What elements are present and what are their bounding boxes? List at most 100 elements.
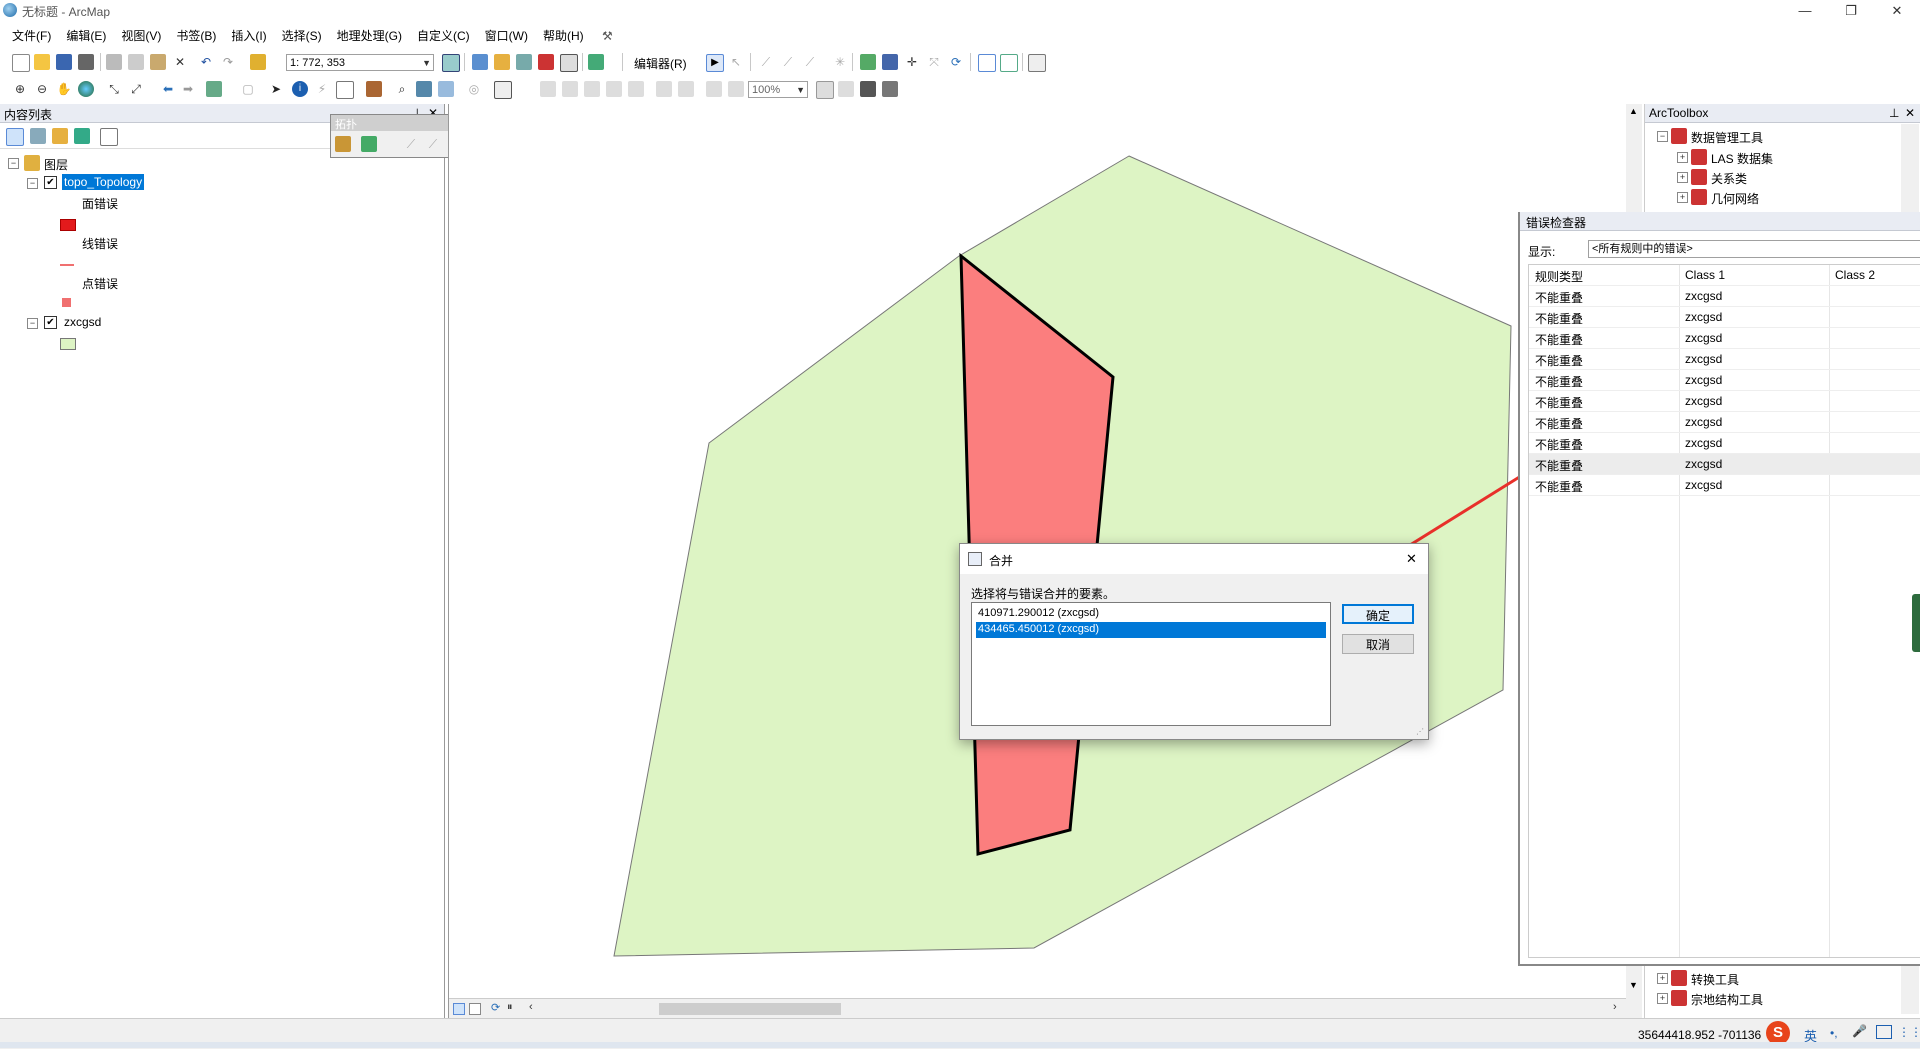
column-rule-type[interactable]: 规则类型 xyxy=(1535,268,1583,285)
select-features-icon[interactable] xyxy=(206,81,222,97)
apps-icon[interactable]: ⋮⋮ xyxy=(1898,1025,1920,1039)
hyperlink-icon[interactable]: ⚡ xyxy=(314,81,330,97)
redo-icon[interactable]: ↷ xyxy=(220,54,236,70)
end-point-arc-icon[interactable]: ⟋ xyxy=(780,54,796,70)
catalog-icon[interactable] xyxy=(494,54,510,70)
expander-icon[interactable]: − xyxy=(1657,131,1668,142)
save-icon[interactable] xyxy=(56,54,72,70)
scroll-right-icon[interactable]: › xyxy=(1613,1001,1617,1013)
split-tool-icon[interactable]: ✛ xyxy=(904,54,920,70)
column-class-1[interactable]: Class 1 xyxy=(1685,268,1725,282)
expander-minus-icon[interactable]: − xyxy=(8,158,19,169)
layout-view-icon[interactable] xyxy=(469,1003,481,1015)
data-driven-pages-icon[interactable] xyxy=(882,81,898,97)
straight-segment-icon[interactable]: ⟋ xyxy=(758,54,774,70)
list-by-source-icon[interactable] xyxy=(30,128,46,144)
table-row[interactable]: 不能重叠 zxcgsd xyxy=(1529,328,1920,349)
ok-button[interactable]: 确定 xyxy=(1342,604,1414,624)
toolset-geometric-network[interactable]: 几何网络 xyxy=(1711,190,1759,207)
table-row[interactable]: 不能重叠 zxcgsd xyxy=(1529,391,1920,412)
table-row-highlighted[interactable]: 不能重叠 zxcgsd xyxy=(1529,454,1920,475)
topology-edit-tool-icon[interactable] xyxy=(361,136,377,152)
python-window-icon[interactable] xyxy=(560,54,578,72)
expander-icon[interactable]: + xyxy=(1677,172,1688,183)
new-document-icon[interactable] xyxy=(12,54,30,72)
fixed-layout-zoom-out-icon[interactable] xyxy=(678,81,694,97)
rotate-tool-icon[interactable]: ⤧ xyxy=(926,54,942,70)
toggle-draft-icon[interactable] xyxy=(816,81,834,99)
pin-icon[interactable]: ⊥ xyxy=(1889,106,1899,120)
layout-zoom-out-icon[interactable] xyxy=(562,81,578,97)
pan-icon[interactable]: ✋ xyxy=(56,81,72,97)
toolbox-parcel-fabric[interactable]: 宗地结构工具 xyxy=(1691,991,1763,1008)
zoom-in-icon[interactable]: ⊕ xyxy=(12,81,28,97)
expander-icon[interactable]: + xyxy=(1657,973,1668,984)
data-view-icon[interactable] xyxy=(453,1003,465,1015)
options-icon[interactable] xyxy=(100,128,118,146)
list-by-selection-icon[interactable] xyxy=(74,128,90,144)
zoom-out-icon[interactable]: ⊖ xyxy=(34,81,50,97)
menu-windows[interactable]: 窗口(W) xyxy=(479,26,534,46)
cut-icon[interactable] xyxy=(106,54,122,70)
punctuation-icon[interactable]: •, xyxy=(1830,1026,1838,1040)
keyboard-icon[interactable] xyxy=(1876,1025,1892,1039)
reshape-edge-icon[interactable]: ⟋ xyxy=(425,136,441,152)
pause-icon[interactable]: ⏸ xyxy=(507,1001,513,1014)
viewer-window-icon[interactable] xyxy=(494,81,512,99)
table-row[interactable]: 不能重叠 zxcgsd xyxy=(1529,370,1920,391)
toolset-relationship-classes[interactable]: 关系类 xyxy=(1711,170,1747,187)
toolset-las-dataset[interactable]: LAS 数据集 xyxy=(1711,150,1773,167)
expander-icon[interactable]: + xyxy=(1677,152,1688,163)
select-elements-icon[interactable]: ➤ xyxy=(268,81,284,97)
vertical-scrollbar[interactable] xyxy=(1901,124,1919,212)
scroll-up-icon[interactable]: ▲ xyxy=(1629,106,1638,116)
vertical-scrollbar-bottom[interactable] xyxy=(1901,964,1919,1014)
undo-icon[interactable]: ↶ xyxy=(198,54,214,70)
forward-extent-icon[interactable]: ➡ xyxy=(180,81,196,97)
menu-file[interactable]: 文件(F) xyxy=(6,26,57,46)
open-folder-icon[interactable] xyxy=(34,54,50,70)
map-scale-combo[interactable]: 1: 772, 353 ▼ xyxy=(286,54,434,71)
clear-selection-icon[interactable]: ▢ xyxy=(240,81,256,97)
menu-insert[interactable]: 插入(I) xyxy=(225,26,272,46)
show-filter-combo[interactable]: <所有规则中的错误> xyxy=(1588,240,1920,258)
fixed-zoom-in-icon[interactable]: ⤡ xyxy=(106,81,122,97)
resize-grip-icon[interactable]: ⋰ xyxy=(1416,727,1424,736)
expander-icon[interactable]: + xyxy=(1657,993,1668,1004)
search-window-icon[interactable] xyxy=(516,54,532,70)
point-icon[interactable]: ✳ xyxy=(832,54,848,70)
focus-data-frame-icon[interactable] xyxy=(838,81,854,97)
model-builder-icon[interactable] xyxy=(588,54,604,70)
column-class-2[interactable]: Class 2 xyxy=(1835,268,1875,282)
menu-geoprocessing[interactable]: 地理处理(G) xyxy=(331,26,408,46)
scroll-down-icon[interactable]: ▼ xyxy=(1629,980,1638,990)
layer-name-topo[interactable]: topo_Topology xyxy=(62,174,145,190)
floating-widget-tab[interactable] xyxy=(1912,594,1920,652)
edit-annotation-icon[interactable]: ↖ xyxy=(728,54,744,70)
next-extent-icon[interactable] xyxy=(728,81,744,97)
refresh-icon[interactable]: ⟳ xyxy=(491,1001,500,1014)
merge-feature-list[interactable]: 410971.290012 (zxcgsd) 434465.450012 (zx… xyxy=(971,602,1331,726)
expander-icon[interactable]: + xyxy=(1677,192,1688,203)
paste-icon[interactable] xyxy=(150,54,166,70)
menu-customize[interactable]: 自定义(C) xyxy=(411,26,476,46)
close-icon[interactable]: ✕ xyxy=(1905,106,1915,120)
copy-icon[interactable] xyxy=(128,54,144,70)
table-row[interactable]: 不能重叠 zxcgsd xyxy=(1529,349,1920,370)
print-icon[interactable] xyxy=(78,54,94,70)
measure-icon[interactable] xyxy=(366,81,382,97)
hammer-icon[interactable]: ⚒ xyxy=(596,26,619,46)
table-row[interactable]: 不能重叠 zxcgsd xyxy=(1529,286,1920,307)
arctoolbox-icon[interactable] xyxy=(538,54,554,70)
layer-checkbox-topo[interactable]: ✔ xyxy=(44,176,57,189)
list-by-drawing-order-icon[interactable] xyxy=(6,128,24,146)
trace-icon[interactable]: ⟋ xyxy=(802,54,818,70)
attributes-icon[interactable] xyxy=(978,54,996,72)
full-extent-icon[interactable] xyxy=(78,81,94,97)
create-features-icon[interactable] xyxy=(1028,54,1046,72)
scroll-left-icon[interactable]: ‹ xyxy=(529,1001,533,1013)
list-item[interactable]: 410971.290012 (zxcgsd) xyxy=(978,607,1099,619)
fixed-zoom-out-icon[interactable]: ⤢ xyxy=(128,81,144,97)
microphone-icon[interactable]: 🎤 xyxy=(1852,1024,1867,1038)
menu-selection[interactable]: 选择(S) xyxy=(276,26,328,46)
